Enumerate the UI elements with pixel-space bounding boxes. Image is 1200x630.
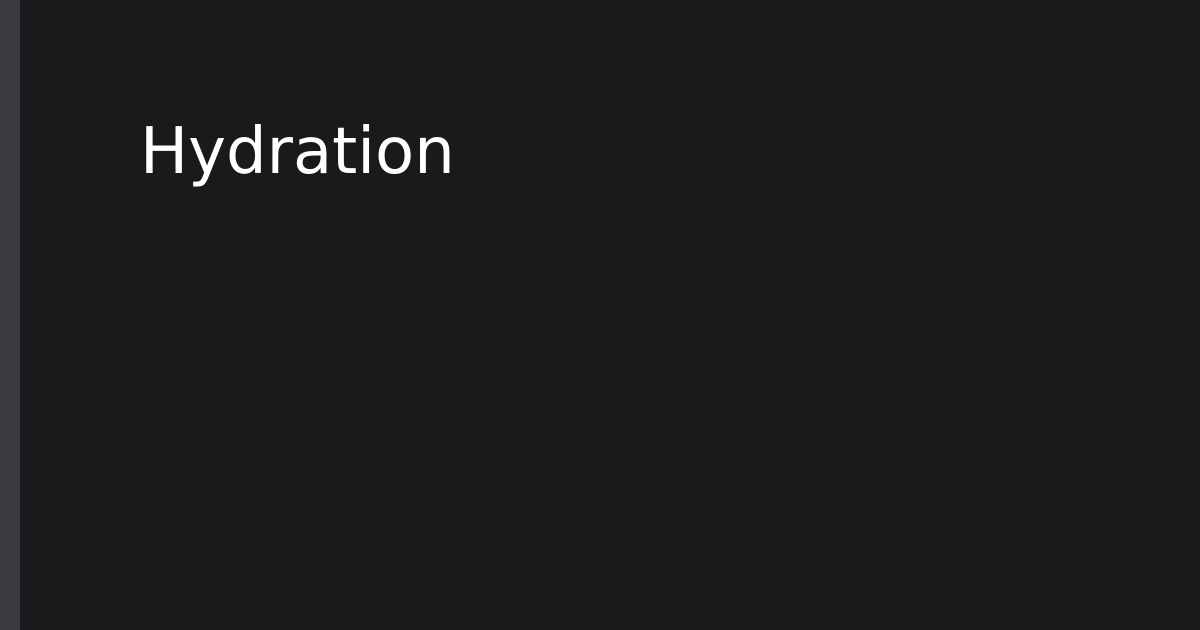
preview-card: Hydration — [0, 0, 1200, 630]
accent-strip — [0, 0, 20, 630]
page-title: Hydration — [140, 115, 455, 189]
